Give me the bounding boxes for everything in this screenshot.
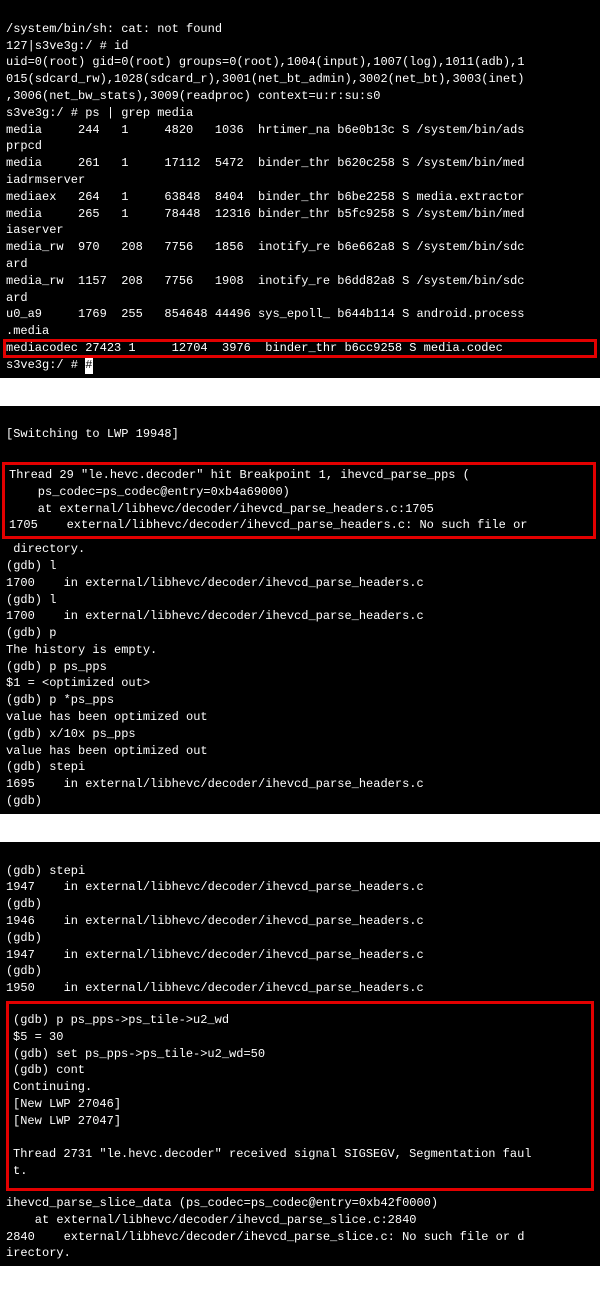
terminal-line: irectory. xyxy=(6,1246,71,1260)
terminal-line: value has been optimized out xyxy=(6,710,208,724)
terminal-line: 1700 in external/libhevc/decoder/ihevcd_… xyxy=(6,609,424,623)
terminal-block-3: (gdb) stepi 1947 in external/libhevc/dec… xyxy=(0,842,600,1266)
terminal-line: (gdb) x/10x ps_pps xyxy=(6,727,136,741)
terminal-line: 1695 in external/libhevc/decoder/ihevcd_… xyxy=(6,777,424,791)
terminal-line: media 265 1 78448 12316 binder_thr b5fc9… xyxy=(6,207,524,221)
terminal-line: prpcd xyxy=(6,139,42,153)
terminal-line: (gdb) xyxy=(6,964,42,978)
terminal-line: (gdb) l xyxy=(6,593,56,607)
terminal-line: ihevcd_parse_slice_data (ps_codec=ps_cod… xyxy=(6,1196,438,1210)
terminal-block-2: [Switching to LWP 19948] Thread 29 "le.h… xyxy=(0,406,600,814)
highlighted-mediacodec-process: mediacodec 27423 1 12704 3976 binder_thr… xyxy=(4,340,596,357)
terminal-line: (gdb) stepi xyxy=(6,760,85,774)
terminal-line: (gdb) p *ps_pps xyxy=(6,693,114,707)
terminal-line: at external/libhevc/decoder/ihevcd_parse… xyxy=(6,1213,416,1227)
terminal-line: 1950 in external/libhevc/decoder/ihevcd_… xyxy=(6,981,424,995)
terminal-line: value has been optimized out xyxy=(6,744,208,758)
terminal-line: [Switching to LWP 19948] xyxy=(6,427,179,441)
terminal-line: 015(sdcard_rw),1028(sdcard_r),3001(net_b… xyxy=(6,72,524,86)
terminal-line: ard xyxy=(6,257,28,271)
terminal-line: $1 = <optimized out> xyxy=(6,676,150,690)
terminal-line: ,3006(net_bw_stats),3009(readproc) conte… xyxy=(6,89,380,103)
terminal-line: (gdb) stepi xyxy=(6,864,85,878)
terminal-line: .media xyxy=(6,324,49,338)
terminal-line: (gdb) xyxy=(6,931,42,945)
terminal-line: directory. xyxy=(6,542,85,556)
terminal-line: (gdb) xyxy=(6,897,42,911)
terminal-block-1: /system/bin/sh: cat: not found 127|s3ve3… xyxy=(0,0,600,378)
terminal-line: s3ve3g:/ # ps | grep media xyxy=(6,106,193,120)
terminal-line: 1947 in external/libhevc/decoder/ihevcd_… xyxy=(6,948,424,962)
terminal-line: u0_a9 1769 255 854648 44496 sys_epoll_ b… xyxy=(6,307,524,321)
terminal-line: 1947 in external/libhevc/decoder/ihevcd_… xyxy=(6,880,424,894)
terminal-line: 127|s3ve3g:/ # id xyxy=(6,39,128,53)
terminal-line: ard xyxy=(6,291,28,305)
terminal-line: iadrmserver xyxy=(6,173,85,187)
terminal-line: mediaex 264 1 63848 8404 binder_thr b6be… xyxy=(6,190,524,204)
terminal-line: (gdb) l xyxy=(6,559,56,573)
highlighted-breakpoint-hit: Thread 29 "le.hevc.decoder" hit Breakpoi… xyxy=(2,462,596,539)
terminal-line: uid=0(root) gid=0(root) groups=0(root),1… xyxy=(6,55,524,69)
terminal-line: (gdb) p ps_pps xyxy=(6,660,107,674)
terminal-line: (gdb) xyxy=(6,794,42,808)
highlighted-sigsegv-fault: (gdb) p ps_pps->ps_tile->u2_wd $5 = 30 (… xyxy=(6,1001,594,1191)
cursor: # xyxy=(85,357,93,374)
terminal-line: 2840 external/libhevc/decoder/ihevcd_par… xyxy=(6,1230,524,1244)
terminal-line: iaserver xyxy=(6,223,64,237)
terminal-line: media 261 1 17112 5472 binder_thr b620c2… xyxy=(6,156,524,170)
terminal-line: media 244 1 4820 1036 hrtimer_na b6e0b13… xyxy=(6,123,524,137)
terminal-line: media_rw 970 208 7756 1856 inotify_re b6… xyxy=(6,240,524,254)
terminal-prompt: s3ve3g:/ # xyxy=(6,358,85,372)
terminal-line: 1946 in external/libhevc/decoder/ihevcd_… xyxy=(6,914,424,928)
terminal-line: media_rw 1157 208 7756 1908 inotify_re b… xyxy=(6,274,524,288)
terminal-line: /system/bin/sh: cat: not found xyxy=(6,22,222,36)
terminal-line: The history is empty. xyxy=(6,643,157,657)
terminal-line: 1700 in external/libhevc/decoder/ihevcd_… xyxy=(6,576,424,590)
terminal-line: (gdb) p xyxy=(6,626,56,640)
